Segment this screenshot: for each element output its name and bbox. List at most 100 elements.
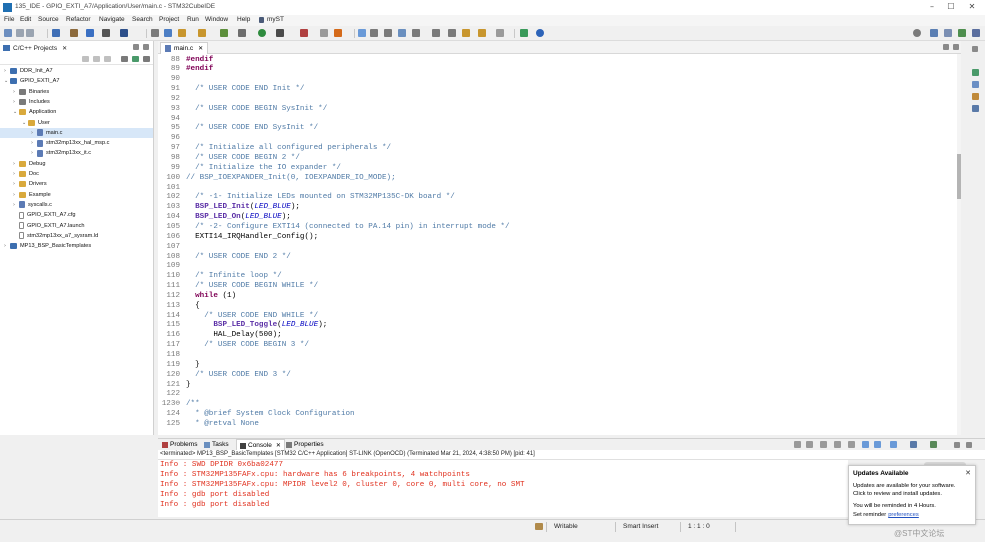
scroll-lock-icon[interactable] (834, 441, 841, 448)
menu-source[interactable]: Source (38, 16, 59, 23)
step-icon[interactable] (238, 29, 246, 37)
debug-icon[interactable] (220, 29, 228, 37)
close-icon[interactable]: ✕ (965, 469, 971, 477)
tree-item[interactable]: › syscalls.c (0, 200, 153, 210)
tab-problems[interactable]: Problems (162, 441, 197, 448)
whitespace-icon[interactable] (384, 29, 392, 37)
code-editor[interactable]: 88 #endif 89 #endif 90 91 /* USER CODE END In… (158, 54, 961, 435)
build-targets-icon[interactable] (972, 81, 979, 88)
display-console-icon[interactable] (910, 441, 917, 448)
tree-item[interactable]: › Includes (0, 97, 153, 107)
menu-edit[interactable]: Edit (20, 16, 31, 23)
pencil-icon[interactable] (334, 29, 342, 37)
tree-item[interactable]: stm32mp13xx_a7_sysram.ld (0, 231, 153, 241)
tree-item[interactable]: GPIO_EXTI_A7.launch (0, 221, 153, 231)
open-folder-icon[interactable] (178, 29, 186, 37)
menu-run[interactable]: Run (187, 16, 199, 23)
show-stdout-icon[interactable] (862, 441, 869, 448)
close-tab-icon[interactable]: ✕ (62, 45, 67, 52)
minimize-panel-icon[interactable] (954, 442, 960, 448)
menu-help[interactable]: Help (237, 16, 250, 23)
tree-item[interactable]: ⌄ Application (0, 107, 153, 117)
tree-item[interactable]: › stm32mp13xx_it.c (0, 148, 153, 158)
menu-file[interactable]: File (4, 16, 14, 23)
config-icon[interactable] (120, 29, 128, 37)
tab-cpp-projects[interactable]: C/C++ Projects ✕ (3, 43, 67, 53)
new-icon[interactable] (4, 29, 12, 37)
tree-item[interactable]: ⌄ GPIO_EXTI_A7 (0, 76, 153, 86)
maximize-button[interactable]: ☐ (944, 2, 958, 13)
mark-occurrences-icon[interactable] (358, 29, 366, 37)
save-all-icon[interactable] (26, 29, 34, 37)
tree-item[interactable]: › main.c (0, 127, 153, 138)
last-edit-icon[interactable] (462, 29, 470, 37)
preferences-link[interactable]: preferences (888, 512, 919, 518)
pin-editor-icon[interactable] (520, 29, 528, 37)
minimize-button[interactable]: – (925, 2, 939, 13)
menu-project[interactable]: Project (159, 16, 179, 23)
outline-icon[interactable] (972, 69, 979, 76)
block-select-icon[interactable] (370, 29, 378, 37)
prev-annotation-icon[interactable] (448, 29, 456, 37)
word-wrap-icon[interactable] (848, 441, 855, 448)
run-icon[interactable] (258, 29, 266, 37)
forward-icon[interactable] (496, 29, 504, 37)
notification-text[interactable]: Click to review and install updates. (853, 491, 942, 497)
pin-console-icon[interactable] (890, 441, 897, 448)
tree-item[interactable]: › MP13_BSP_BasicTemplates (0, 241, 153, 251)
link-editor-icon[interactable] (132, 56, 139, 62)
back-nav-icon[interactable] (82, 56, 89, 62)
save-icon[interactable] (16, 29, 24, 37)
tree-item[interactable]: › DDR_Init_A7 (0, 66, 153, 76)
tree-item[interactable]: ⌄ User (0, 118, 153, 128)
maximize-panel-icon[interactable] (966, 442, 972, 448)
build-config-icon[interactable] (86, 29, 94, 37)
restore-icon[interactable] (972, 46, 978, 52)
tree-item[interactable]: › Drivers (0, 179, 153, 189)
perspective-more-icon[interactable] (972, 29, 980, 37)
perspective-debug-icon[interactable] (944, 29, 952, 37)
tree-item[interactable]: › Doc (0, 169, 153, 179)
close-button[interactable]: ✕ (965, 2, 979, 13)
open-console-icon[interactable] (930, 441, 937, 448)
clear-console-icon[interactable] (820, 441, 827, 448)
tree-item[interactable]: › Example (0, 190, 153, 200)
maximize-editor-icon[interactable] (953, 44, 959, 50)
minimize-editor-icon[interactable] (943, 44, 949, 50)
close-tab-icon[interactable]: ✕ (276, 442, 281, 449)
show-stderr-icon[interactable] (874, 441, 881, 448)
external-tools-icon[interactable] (276, 29, 284, 37)
tree-item[interactable]: › Binaries (0, 87, 153, 97)
stop-icon[interactable] (300, 29, 308, 37)
menu-navigate[interactable]: Navigate (99, 16, 125, 23)
menu-refactor[interactable]: Refactor (66, 16, 91, 23)
perspective-cpp-icon[interactable] (930, 29, 938, 37)
search-file-icon[interactable] (151, 29, 159, 37)
tree-item[interactable]: › stm32mp13xx_hal_msp.c (0, 138, 153, 148)
next-annotation-icon[interactable] (432, 29, 440, 37)
tab-properties[interactable]: Properties (286, 441, 324, 448)
remove-all-icon[interactable] (806, 441, 813, 448)
collapse-all-icon[interactable] (121, 56, 128, 62)
console-output[interactable]: Info : SWD DPIDR 0x6ba02477 Info : STM32… (158, 460, 848, 517)
remove-launch-icon[interactable] (794, 441, 801, 448)
editor-scrollbar[interactable] (957, 54, 961, 435)
info-icon[interactable] (536, 29, 544, 37)
back-icon[interactable] (478, 29, 486, 37)
build-icon[interactable] (70, 29, 78, 37)
menu-window[interactable]: Window (205, 16, 228, 23)
view-menu-icon[interactable] (143, 56, 150, 62)
editor-scrollbar-thumb[interactable] (957, 154, 961, 199)
open-type-icon[interactable] (320, 29, 328, 37)
perspective-device-icon[interactable] (958, 29, 966, 37)
status-task-icon[interactable] (535, 523, 543, 530)
tree-item[interactable]: › Debug (0, 159, 153, 169)
settings-icon[interactable] (52, 29, 60, 37)
tab-main-c[interactable]: main.c ✕ (160, 42, 209, 54)
new-class-icon[interactable] (164, 29, 172, 37)
cube-icon[interactable] (102, 29, 110, 37)
up-nav-icon[interactable] (104, 56, 111, 62)
search-icon[interactable] (913, 29, 921, 37)
annotation-icon[interactable] (412, 29, 420, 37)
minimize-view-icon[interactable] (133, 44, 139, 50)
